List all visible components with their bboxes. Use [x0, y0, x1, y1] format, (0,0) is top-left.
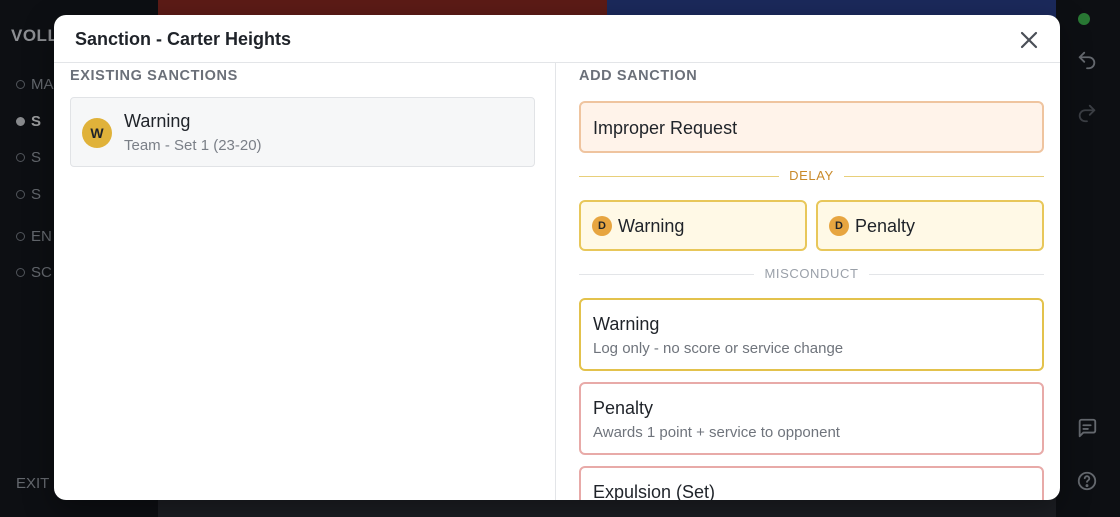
delay-warning-button[interactable]: D Warning	[579, 200, 807, 251]
existing-sanction-subtitle: Team - Set 1 (23-20)	[124, 137, 262, 154]
close-icon	[1020, 31, 1038, 49]
delay-penalty-button[interactable]: D Penalty	[816, 200, 1044, 251]
misconduct-penalty-title: Penalty	[593, 398, 654, 418]
existing-sanction-title: Warning	[124, 111, 191, 131]
delay-divider: DELAY	[579, 168, 1044, 184]
close-button[interactable]	[1018, 29, 1040, 51]
misconduct-label: MISCONDUCT	[754, 266, 869, 281]
misconduct-warning-title: Warning	[593, 314, 660, 334]
existing-sanctions-heading: EXISTING SANCTIONS	[70, 68, 238, 84]
sanction-modal: Sanction - Carter Heights EXISTING SANCT…	[54, 15, 1060, 500]
add-sanction-panel: ADD SANCTION Improper Request DELAY D Wa…	[557, 63, 1060, 500]
warning-badge: W	[82, 118, 112, 148]
add-sanction-heading: ADD SANCTION	[579, 68, 698, 84]
misconduct-divider: MISCONDUCT	[579, 266, 1044, 282]
delay-warning-label: Warning	[618, 216, 685, 236]
misconduct-warning-subtitle: Log only - no score or service change	[593, 340, 844, 357]
misconduct-expulsion-title: Expulsion (Set)	[593, 482, 716, 500]
misconduct-penalty-subtitle: Awards 1 point + service to opponent	[593, 424, 840, 441]
misconduct-warning-button[interactable]: Warning Log only - no score or service c…	[579, 298, 1044, 371]
misconduct-expulsion-button[interactable]: Expulsion (Set)	[579, 466, 1044, 500]
modal-header: Sanction - Carter Heights	[54, 15, 1060, 63]
delay-penalty-label: Penalty	[855, 216, 916, 236]
existing-sanctions-panel: EXISTING SANCTIONS W Warning Team - Set …	[54, 63, 556, 500]
improper-request-button[interactable]: Improper Request	[579, 101, 1044, 153]
modal-title: Sanction - Carter Heights	[75, 29, 292, 49]
delay-label: DELAY	[779, 168, 844, 183]
misconduct-penalty-button[interactable]: Penalty Awards 1 point + service to oppo…	[579, 382, 1044, 455]
modal-body: EXISTING SANCTIONS W Warning Team - Set …	[54, 63, 1060, 500]
improper-request-label: Improper Request	[593, 118, 738, 138]
delay-badge: D	[592, 216, 612, 236]
delay-badge: D	[829, 216, 849, 236]
existing-sanction-item[interactable]: W Warning Team - Set 1 (23-20)	[70, 97, 535, 167]
